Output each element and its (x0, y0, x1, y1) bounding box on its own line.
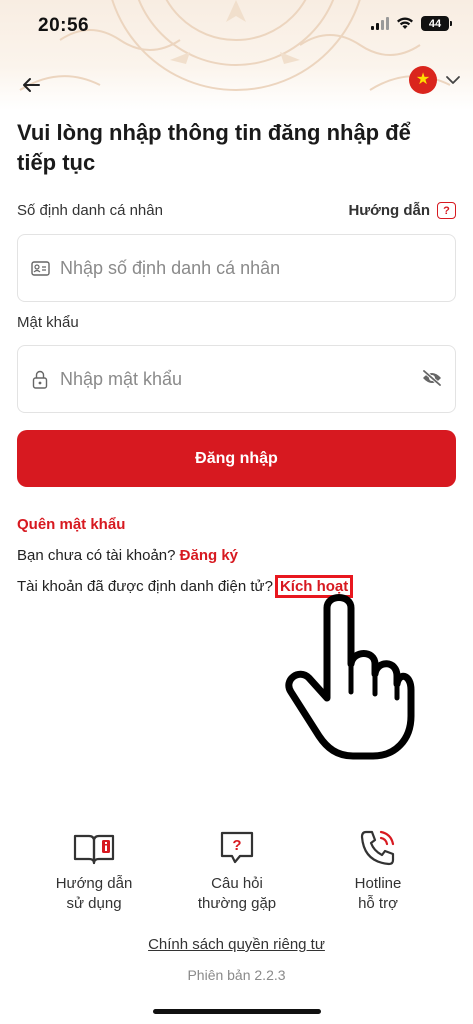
status-bar: 20:56 44 (0, 0, 473, 50)
status-time: 20:56 (38, 15, 90, 36)
svg-text:?: ? (232, 837, 241, 854)
language-selector[interactable]: ★ (409, 66, 461, 94)
cellular-signal-icon (371, 17, 389, 30)
battery-icon: 44 (421, 16, 452, 31)
book-icon (73, 834, 115, 865)
password-input[interactable]: Nhập mật khẩu (17, 345, 456, 413)
arrow-left-icon (23, 78, 40, 92)
guide-link[interactable]: Hướng dẫn ? (348, 202, 456, 219)
forgot-password-link[interactable]: Quên mật khẩu (17, 516, 125, 533)
wifi-icon (397, 17, 413, 29)
id-number-input[interactable]: Nhập số định danh cá nhân (17, 234, 456, 302)
hotline-label-line2: hỗ trợ (358, 895, 398, 912)
home-indicator[interactable] (153, 1009, 321, 1014)
activate-line: Tài khoản đã được định danh điện tử? Kích… (17, 575, 354, 598)
lock-icon (30, 369, 50, 389)
no-account-text: Bạn chưa có tài khoản? (17, 547, 176, 564)
user-guide-item[interactable]: Hướng dẫn sử dụng (24, 828, 164, 914)
support-row: Hướng dẫn sử dụng ? Câu hỏi thường gặp H… (0, 828, 473, 918)
faq-label-line1: Câu hỏi (211, 875, 263, 892)
id-number-placeholder: Nhập số định danh cá nhân (60, 257, 281, 278)
user-guide-label-line2: sử dụng (66, 895, 122, 912)
register-link[interactable]: Đăng ký (180, 547, 238, 564)
question-chat-icon: ? (220, 831, 254, 864)
privacy-policy-link[interactable]: Chính sách quyền riêng tư (0, 936, 473, 953)
id-card-icon (30, 258, 50, 278)
user-guide-label-line1: Hướng dẫn (55, 875, 133, 892)
hotline-item[interactable]: Hotline hỗ trợ (308, 828, 448, 914)
phone-call-icon (360, 830, 395, 866)
register-line: Bạn chưa có tài khoản? Đăng ký (17, 547, 238, 564)
identified-text: Tài khoản đã được định danh điện tử? (17, 578, 273, 595)
password-field-label: Mật khẩu (17, 314, 79, 331)
guide-label: Hướng dẫn (348, 202, 430, 219)
faq-label-line2: thường gặp (197, 895, 277, 912)
back-button[interactable] (16, 70, 46, 100)
id-field-label: Số định danh cá nhân (17, 202, 163, 219)
vietnam-flag-icon: ★ (409, 66, 437, 94)
password-placeholder: Nhập mật khẩu (60, 368, 183, 389)
pointing-hand-icon (285, 594, 415, 760)
status-icons: 44 (371, 16, 452, 31)
faq-item[interactable]: ? Câu hỏi thường gặp (167, 828, 307, 914)
hotline-label-line1: Hotline (354, 875, 402, 892)
chevron-down-icon (446, 76, 460, 84)
eye-off-icon[interactable] (421, 369, 443, 392)
app-version: Phiên bản 2.2.3 (187, 967, 286, 983)
page-title: Vui lòng nhập thông tin đăng nhập để tiế… (17, 120, 411, 175)
question-bubble-icon: ? (437, 202, 456, 219)
login-button[interactable]: Đăng nhập (17, 430, 456, 487)
